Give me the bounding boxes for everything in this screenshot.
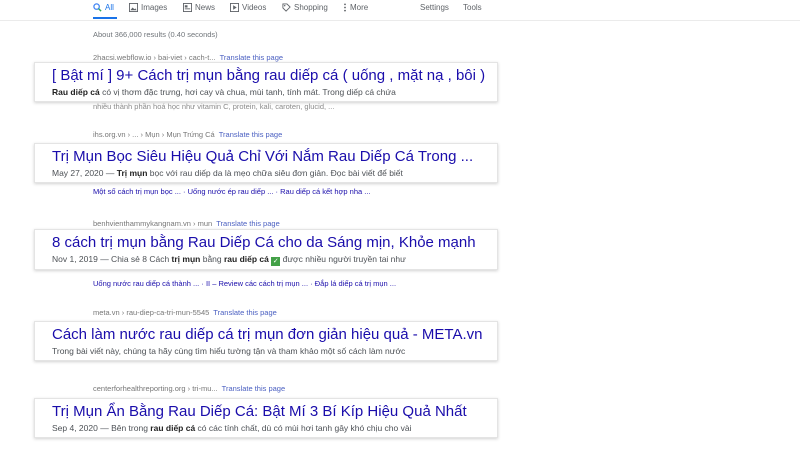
result-highlight-box: 8 cách trị mụn bằng Rau Diếp Cá cho da S… <box>34 229 498 270</box>
result-url[interactable]: centerforhealthreporting.org › tri-mu...… <box>93 384 285 395</box>
translate-link[interactable]: Translate this page <box>213 308 277 317</box>
result-title-link[interactable]: [ Bật mí ] 9+ Cách trị mụn bằng rau diếp… <box>35 63 497 85</box>
result-highlight-box: Cách làm nước rau diếp cá trị mụn đơn gi… <box>34 321 498 361</box>
tab-images[interactable]: Images <box>129 3 167 12</box>
result-snippet: Nov 1, 2019 — Chia sẻ 8 Cách trị mụn bằn… <box>35 252 497 269</box>
result-url[interactable]: ihs.org.vn › ... › Mụn › Mụn Trứng Cá Tra… <box>93 130 282 141</box>
sublink[interactable]: Uống nước rau diếp cá thành ... <box>93 279 199 288</box>
translate-link[interactable]: Translate this page <box>220 53 284 62</box>
result-title-link[interactable]: Trị Mụn Ẩn Bằng Rau Diếp Cá: Bật Mí 3 Bí… <box>35 399 497 421</box>
snippet-text: bọc với rau diếp da là mẹo chữa siêu đơn… <box>147 168 403 178</box>
url-text: centerforhealthreporting.org › tri-mu... <box>93 384 218 393</box>
result-snippet-continued: nhiều thành phần hoá học như vitamin C, … <box>93 102 335 111</box>
result-stats: About 366,000 results (0.40 seconds) <box>93 30 218 39</box>
tag-icon <box>282 3 291 12</box>
snippet-bold: rau diếp cá <box>224 254 269 264</box>
sublink[interactable]: II – Review các cách trị mụn ... <box>206 279 308 288</box>
sublink[interactable]: Uống nước ép rau diếp ... <box>188 187 274 196</box>
tab-videos[interactable]: Videos <box>230 3 266 12</box>
search-tabs-bar: All Images News Videos Shopping More Set… <box>0 0 800 21</box>
tab-label: All <box>105 3 114 12</box>
snippet-text: được nhiều người truyền tai như <box>280 254 406 264</box>
tab-label: Videos <box>242 3 267 12</box>
snippet-bold: Rau diếp cá <box>52 87 100 97</box>
result-sublinks: Uống nước rau diếp cá thành ... · II – R… <box>93 279 397 288</box>
tab-label: Images <box>141 3 168 12</box>
sublink[interactable]: Đắp lá diếp cá trị mụn ... <box>315 279 396 288</box>
translate-link[interactable]: Translate this page <box>216 219 280 228</box>
result-sublinks: Một số cách trị mụn bọc ... · Uống nước … <box>93 187 371 196</box>
result-snippet: May 27, 2020 — Trị mụn bọc với rau diếp … <box>35 166 497 182</box>
more-vert-icon <box>343 3 347 12</box>
active-tab-indicator <box>93 17 117 19</box>
result-snippet: Trong bài viết này, chúng ta hãy cùng tì… <box>35 344 497 360</box>
tab-label: News <box>195 3 216 12</box>
result-url[interactable]: meta.vn › rau-diep-ca-tri-mun-5545 Transl… <box>93 308 277 319</box>
snippet-date: May 27, 2020 — <box>52 168 117 178</box>
tab-shopping[interactable]: Shopping <box>282 3 328 12</box>
url-text: ihs.org.vn › ... › Mụn › Mụn Trứng Cá <box>93 130 215 139</box>
tools-link[interactable]: Tools <box>463 3 482 12</box>
snippet-bold: Trị mụn <box>116 168 148 178</box>
search-result: centerforhealthreporting.org › tri-mu...… <box>93 384 285 395</box>
settings-link[interactable]: Settings <box>420 3 449 12</box>
sublink[interactable]: Rau diếp cá kết hợp nha ... <box>280 187 370 196</box>
snippet-date: Sep 4, 2020 — Bên trong <box>52 423 151 433</box>
tab-news[interactable]: News <box>183 3 215 12</box>
url-text: benhvienthammykangnam.vn › mun <box>93 219 213 228</box>
snippet-bold: trị mụn <box>171 254 201 264</box>
tab-label: More <box>350 3 369 12</box>
snippet-text: có vị thơm đặc trưng, hơi cay và chua, m… <box>99 87 396 97</box>
tab-more[interactable]: More <box>343 3 368 12</box>
check-emoji-icon: ✓ <box>271 257 281 266</box>
snippet-bold: rau diếp cá <box>150 423 196 433</box>
result-title-link[interactable]: Trị Mụn Bọc Siêu Hiệu Quả Chỉ Với Nắm Ra… <box>35 144 497 166</box>
news-icon <box>183 3 192 12</box>
result-highlight-box: Trị Mụn Bọc Siêu Hiệu Quả Chỉ Với Nắm Ra… <box>34 143 498 183</box>
snippet-date: Nov 1, 2019 — Chia sẻ 8 Cách <box>52 254 172 264</box>
video-icon <box>230 3 239 12</box>
image-icon <box>129 3 138 12</box>
search-result: ihs.org.vn › ... › Mụn › Mụn Trứng Cá Tra… <box>93 130 282 141</box>
url-text: 2hacsi.webflow.io › bai-viet › cach-t... <box>93 53 216 62</box>
url-text: meta.vn › rau-diep-ca-tri-mun-5545 <box>93 308 210 317</box>
translate-link[interactable]: Translate this page <box>222 384 286 393</box>
tab-all[interactable]: All <box>93 3 114 12</box>
result-snippet: Rau diếp cá có vị thơm đặc trưng, hơi ca… <box>35 85 497 101</box>
result-highlight-box: [ Bật mí ] 9+ Cách trị mụn bằng rau diếp… <box>34 62 498 102</box>
snippet-text: bằng <box>200 254 224 264</box>
result-title-link[interactable]: 8 cách trị mụn bằng Rau Diếp Cá cho da S… <box>35 230 497 252</box>
snippet-text: Trong bài viết này, chúng ta hãy cùng tì… <box>52 346 406 356</box>
result-highlight-box: Trị Mụn Ẩn Bằng Rau Diếp Cá: Bật Mí 3 Bí… <box>34 398 498 438</box>
result-title-link[interactable]: Cách làm nước rau diếp cá trị mụn đơn gi… <box>35 322 497 344</box>
search-result: meta.vn › rau-diep-ca-tri-mun-5545 Transl… <box>93 308 277 319</box>
search-icon <box>93 3 102 12</box>
result-snippet: Sep 4, 2020 — Bên trong rau diếp cá có c… <box>35 421 497 437</box>
translate-link[interactable]: Translate this page <box>219 130 283 139</box>
snippet-text: có các tính chất, dù có mùi hơi tanh gây… <box>195 423 412 433</box>
sublink[interactable]: Một số cách trị mụn bọc ... <box>93 187 181 196</box>
tab-label: Shopping <box>294 3 328 12</box>
